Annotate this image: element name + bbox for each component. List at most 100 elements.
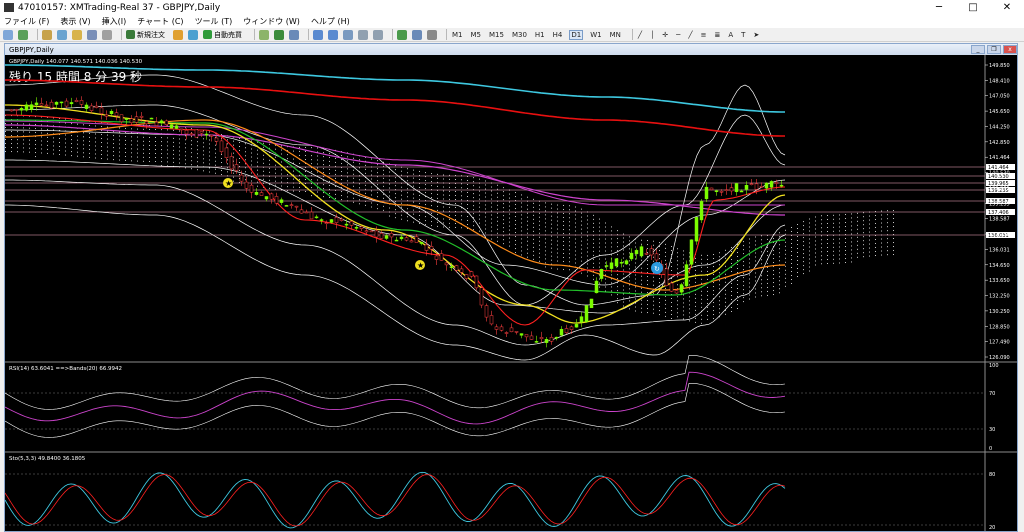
timeframe-w1[interactable]: W1 bbox=[589, 31, 602, 39]
cloud-dot bbox=[713, 306, 714, 308]
new-order-button[interactable]: 新規注文 bbox=[126, 30, 165, 40]
cloud-dot bbox=[647, 268, 648, 270]
zoom-in-icon[interactable] bbox=[313, 29, 323, 40]
indicators-icon[interactable] bbox=[397, 29, 407, 40]
zoom-out-icon[interactable] bbox=[328, 29, 338, 40]
chart-minimize-button[interactable]: _ bbox=[971, 45, 985, 54]
new-chart-icon[interactable] bbox=[3, 29, 13, 40]
cloud-dot bbox=[455, 215, 456, 216]
label-icon[interactable]: T bbox=[740, 31, 746, 39]
cloud-dot bbox=[347, 172, 348, 174]
cloud-dot bbox=[779, 252, 780, 254]
auto-trade-button[interactable]: 自動売買 bbox=[203, 30, 242, 40]
cloud-dot bbox=[539, 256, 540, 258]
cloud-dot bbox=[683, 314, 684, 316]
line-chart-icon[interactable] bbox=[289, 29, 299, 40]
templates-icon[interactable] bbox=[427, 29, 437, 40]
fibonacci-icon[interactable]: ≣ bbox=[713, 31, 721, 39]
cloud-dot bbox=[623, 257, 624, 259]
cloud-dot bbox=[491, 186, 492, 188]
tile-windows-icon[interactable] bbox=[343, 29, 353, 40]
bull-candle bbox=[769, 181, 774, 188]
menu-view[interactable]: 表示 (V) bbox=[60, 16, 90, 27]
cloud-dot bbox=[485, 196, 486, 198]
cloud-dot bbox=[881, 214, 882, 216]
cloud-dot bbox=[227, 167, 228, 169]
menu-insert[interactable]: 挿入(I) bbox=[102, 16, 127, 27]
market-watch-icon[interactable] bbox=[42, 29, 52, 40]
metaeditor-icon[interactable] bbox=[173, 29, 183, 40]
cloud-dot bbox=[101, 146, 102, 148]
menu-tools[interactable]: ツール (T) bbox=[195, 16, 233, 27]
horizontal-line-icon[interactable]: ─ bbox=[675, 31, 681, 39]
menu-window[interactable]: ウィンドウ (W) bbox=[243, 16, 300, 27]
cloud-dot bbox=[215, 172, 216, 174]
bull-candle bbox=[329, 219, 334, 223]
navigator-icon[interactable] bbox=[72, 29, 82, 40]
cloud-dot bbox=[41, 144, 42, 146]
minimize-button[interactable]: ─ bbox=[922, 2, 956, 13]
cloud-dot bbox=[407, 172, 408, 174]
candlestick-icon[interactable] bbox=[274, 29, 284, 40]
menu-file[interactable]: ファイル (F) bbox=[4, 16, 49, 27]
cloud-dot bbox=[347, 160, 348, 162]
crosshair-icon[interactable]: ✛ bbox=[661, 31, 669, 39]
menu-chart[interactable]: チャート (C) bbox=[137, 16, 183, 27]
chart-close-button[interactable]: x bbox=[1003, 45, 1017, 54]
cloud-dot bbox=[749, 246, 750, 248]
cloud-dot bbox=[719, 288, 720, 290]
cloud-dot bbox=[857, 224, 858, 226]
cloud-dot bbox=[383, 193, 384, 195]
timeframe-m30[interactable]: M30 bbox=[511, 31, 528, 39]
bull-candle bbox=[634, 250, 639, 255]
cloud-dot bbox=[197, 149, 198, 151]
timeframe-m1[interactable]: M1 bbox=[451, 31, 464, 39]
cursor-tool-icon[interactable]: ╱ bbox=[637, 31, 643, 39]
cloud-dot bbox=[413, 177, 414, 179]
cloud-dot bbox=[545, 254, 546, 256]
cloud-dot bbox=[521, 230, 522, 232]
cloud-dot bbox=[557, 220, 558, 222]
cloud-dot bbox=[563, 260, 564, 262]
data-window-icon[interactable] bbox=[57, 29, 67, 40]
cloud-dot bbox=[389, 191, 390, 193]
cloud-dot bbox=[149, 144, 150, 146]
cloud-dot bbox=[863, 232, 864, 234]
tester-icon[interactable] bbox=[102, 29, 112, 40]
text-icon[interactable]: A bbox=[727, 31, 734, 39]
cloud-dot bbox=[713, 270, 714, 272]
timeframe-h1[interactable]: H1 bbox=[534, 31, 546, 39]
bull-candle bbox=[714, 190, 719, 193]
timeframe-d1[interactable]: D1 bbox=[569, 29, 584, 40]
cloud-dot bbox=[617, 302, 618, 304]
close-button[interactable]: ✕ bbox=[990, 2, 1024, 13]
cloud-dot bbox=[617, 298, 618, 300]
chart-shift-icon[interactable] bbox=[358, 29, 368, 40]
chart-canvas[interactable]: GBPJPY,Daily 140.077 140.571 140.036 140… bbox=[5, 55, 1017, 531]
cloud-dot bbox=[23, 151, 24, 153]
timeframe-mn[interactable]: MN bbox=[609, 31, 622, 39]
trendline-icon[interactable]: ╱ bbox=[687, 31, 693, 39]
timeframe-m5[interactable]: M5 bbox=[470, 31, 483, 39]
menu-help[interactable]: ヘルプ (H) bbox=[311, 16, 350, 27]
auto-scroll-icon[interactable] bbox=[373, 29, 383, 40]
terminal-icon[interactable] bbox=[87, 29, 97, 40]
maximize-button[interactable]: □ bbox=[956, 2, 990, 13]
channel-icon[interactable]: ≡ bbox=[700, 31, 708, 39]
cloud-dot bbox=[581, 272, 582, 274]
cloud-dot bbox=[731, 250, 732, 252]
cloud-dot bbox=[767, 238, 768, 240]
timeframe-m15[interactable]: M15 bbox=[488, 31, 505, 39]
profiles-icon[interactable] bbox=[18, 29, 28, 40]
signals-icon[interactable] bbox=[188, 29, 198, 40]
cloud-dot bbox=[647, 308, 648, 310]
timeframe-h4[interactable]: H4 bbox=[552, 31, 564, 39]
cloud-dot bbox=[833, 222, 834, 224]
vertical-line-icon[interactable]: │ bbox=[649, 31, 655, 39]
cloud-dot bbox=[689, 308, 690, 310]
arrows-icon[interactable]: ➤ bbox=[752, 31, 760, 39]
cloud-dot bbox=[869, 251, 870, 253]
chart-restore-button[interactable]: ❐ bbox=[987, 45, 1001, 54]
periods-icon[interactable] bbox=[412, 29, 422, 40]
bar-chart-icon[interactable] bbox=[259, 29, 269, 40]
